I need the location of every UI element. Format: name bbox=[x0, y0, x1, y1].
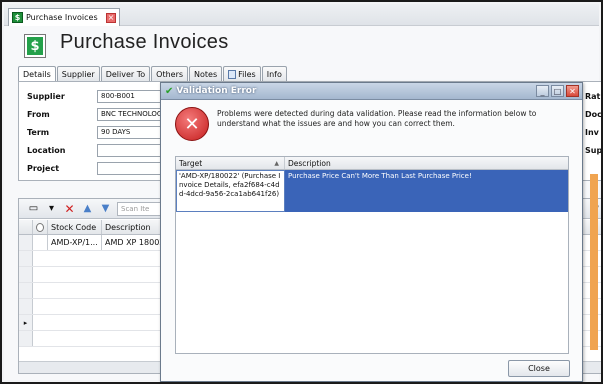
minimize-icon[interactable]: _ bbox=[536, 85, 549, 97]
close-tab-icon[interactable]: × bbox=[106, 12, 116, 23]
window-buttons: _ □ ✕ bbox=[536, 85, 579, 97]
move-down-icon[interactable]: ▼ bbox=[99, 202, 112, 215]
rate-label: Rat bbox=[585, 92, 601, 101]
issue-row[interactable]: 'AMD-XP/180022' (Purchase Invoice Detail… bbox=[176, 170, 568, 212]
location-field[interactable] bbox=[97, 144, 167, 157]
files-icon bbox=[228, 69, 237, 79]
dollar-icon: $ bbox=[27, 37, 43, 55]
dialog-message: Problems were detected during data valid… bbox=[217, 109, 537, 128]
description-column-header[interactable]: Description bbox=[285, 157, 568, 169]
tab-info[interactable]: Info bbox=[261, 66, 287, 81]
row-indicator bbox=[19, 235, 33, 250]
row-indicator bbox=[19, 299, 33, 314]
tab-label: Others bbox=[156, 69, 184, 79]
close-icon[interactable]: ✕ bbox=[566, 85, 579, 97]
from-row: From BNC TECHNOLOGY bbox=[27, 108, 167, 121]
row-indicator bbox=[19, 283, 33, 298]
validation-issues-grid: Target ▲ Description 'AMD-XP/180022' (Pu… bbox=[175, 156, 569, 354]
target-column-header[interactable]: Target ▲ bbox=[176, 157, 285, 169]
delete-icon[interactable]: ✕ bbox=[63, 202, 76, 215]
location-row: Location bbox=[27, 144, 167, 157]
document-tab-bar: $ Purchase Invoices × bbox=[4, 4, 599, 26]
tab-label: Details bbox=[23, 70, 51, 79]
doc-label: Doc bbox=[585, 110, 602, 119]
document-tab-purchase-invoices[interactable]: $ Purchase Invoices × bbox=[8, 8, 120, 26]
supplier-label: Supplier bbox=[27, 92, 65, 101]
row-indicator bbox=[19, 267, 33, 282]
current-row-arrow-icon: ▸ bbox=[19, 315, 33, 330]
from-field[interactable]: BNC TECHNOLOGY bbox=[97, 108, 167, 121]
tab-label: Supplier bbox=[61, 69, 95, 79]
stock-code-header[interactable]: Stock Code bbox=[48, 220, 102, 234]
status-column-header bbox=[33, 220, 48, 234]
dropdown-arrow-icon[interactable]: ▾ bbox=[45, 202, 58, 215]
tab-label: Files bbox=[238, 69, 256, 79]
page-icon: $ bbox=[24, 34, 46, 58]
error-icon: ✕ bbox=[175, 107, 209, 141]
description-header[interactable]: Description bbox=[102, 220, 162, 234]
project-field[interactable] bbox=[97, 162, 167, 175]
stock-code-cell[interactable]: AMD-XP/1... bbox=[48, 235, 102, 250]
supplier-field[interactable]: 800-B001 bbox=[97, 90, 167, 103]
tab-others[interactable]: Others bbox=[151, 66, 189, 81]
term-label: Term bbox=[27, 128, 50, 137]
project-row: Project bbox=[27, 162, 167, 175]
tab-deliver-to[interactable]: Deliver To bbox=[100, 66, 151, 81]
row-indicator bbox=[19, 251, 33, 266]
location-label: Location bbox=[27, 146, 66, 155]
validation-error-dialog: ✔ Validation Error _ □ ✕ ✕ Problems were… bbox=[160, 82, 583, 382]
app-window: $ Purchase Invoices × $ Purchase Invoice… bbox=[0, 0, 603, 384]
tab-notes[interactable]: Notes bbox=[189, 66, 223, 81]
document-tab-label: Purchase Invoices bbox=[26, 13, 98, 22]
maximize-icon[interactable]: □ bbox=[551, 85, 564, 97]
move-up-icon[interactable]: ▲ bbox=[81, 202, 94, 215]
dialog-title: Validation Error bbox=[176, 86, 257, 96]
tab-label: Deliver To bbox=[105, 69, 146, 79]
scan-item-input[interactable]: Scan Ite bbox=[117, 201, 161, 216]
issue-description-cell[interactable]: Purchase Price Can't More Than Last Purc… bbox=[285, 170, 568, 212]
status-circle-icon bbox=[36, 222, 44, 232]
supplier-row: Supplier 800-B001 bbox=[27, 90, 167, 103]
tab-files[interactable]: Files bbox=[223, 66, 261, 81]
description-header-label: Description bbox=[288, 158, 331, 168]
project-label: Project bbox=[27, 164, 60, 173]
new-row-icon[interactable]: ▭ bbox=[27, 202, 40, 215]
issues-grid-header: Target ▲ Description bbox=[176, 157, 568, 170]
invoice-icon: $ bbox=[12, 12, 23, 23]
page-title: Purchase Invoices bbox=[60, 31, 229, 53]
checkmark-icon: ✔ bbox=[165, 85, 174, 97]
target-header-label: Target bbox=[179, 158, 203, 168]
invoice-label: Inv bbox=[585, 128, 599, 137]
tab-details[interactable]: Details bbox=[18, 66, 56, 82]
sort-ascending-icon: ▲ bbox=[274, 159, 279, 167]
section-tabs: Details Supplier Deliver To Others Notes… bbox=[18, 66, 287, 82]
description-cell[interactable]: AMD XP 180022 bbox=[102, 235, 162, 250]
term-field[interactable]: 90 DAYS bbox=[97, 126, 167, 139]
side-accent-strip bbox=[590, 174, 598, 350]
supplier-ref-label: Sup bbox=[585, 146, 603, 155]
row-indicator bbox=[19, 331, 33, 346]
tab-supplier[interactable]: Supplier bbox=[56, 66, 100, 81]
dialog-title-bar[interactable]: ✔ Validation Error _ □ ✕ bbox=[161, 83, 582, 100]
issue-target-cell[interactable]: 'AMD-XP/180022' (Purchase Invoice Detail… bbox=[176, 170, 285, 212]
tab-label: Notes bbox=[194, 69, 218, 79]
close-button[interactable]: Close bbox=[508, 360, 570, 377]
row-indicator-header bbox=[19, 220, 33, 234]
tab-label: Info bbox=[266, 69, 282, 79]
term-row: Term 90 DAYS bbox=[27, 126, 167, 139]
from-label: From bbox=[27, 110, 50, 119]
status-cell bbox=[33, 235, 48, 250]
